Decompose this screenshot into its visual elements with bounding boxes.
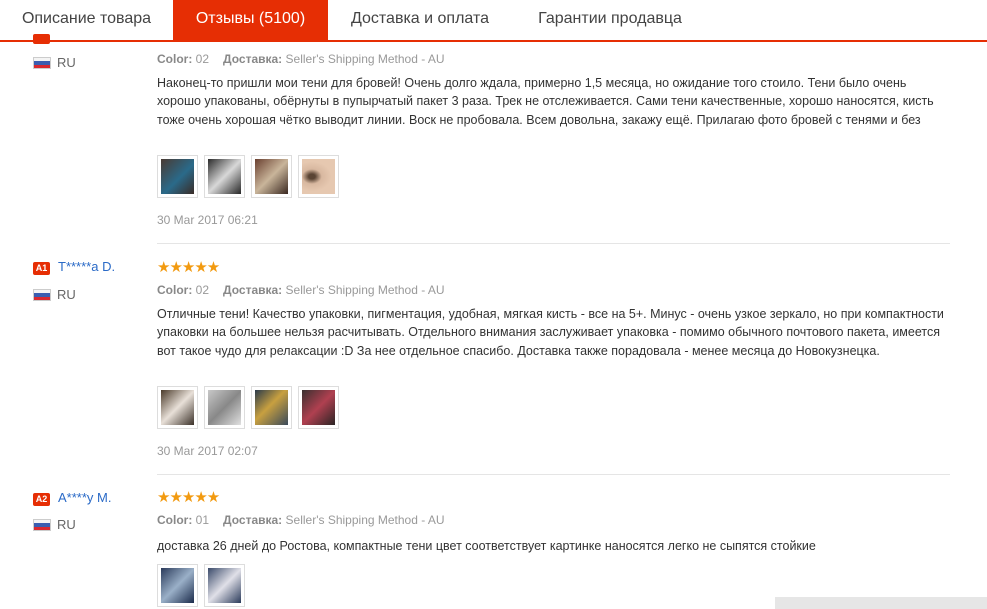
flag-ru-icon [33, 519, 51, 531]
review-photo[interactable] [204, 155, 245, 198]
review-meta: Color: 02 Доставка: Seller's Shipping Met… [157, 52, 445, 66]
review-photo[interactable] [251, 386, 292, 429]
reviewer-name[interactable]: T*****a D. [58, 259, 115, 274]
tab-bar: Описание товара Отзывы (5100) Доставка и… [0, 0, 987, 42]
level-badge: A1 [33, 262, 50, 275]
review-photo[interactable] [298, 155, 339, 198]
review-date: 30 Mar 2017 06:21 [157, 213, 258, 227]
country-code: RU [57, 517, 76, 532]
scrollbar-corner [775, 597, 987, 609]
shipping-value: Seller's Shipping Method - AU [285, 283, 445, 297]
shipping-value: Seller's Shipping Method - AU [285, 52, 445, 66]
color-value: 02 [195, 52, 210, 66]
photo-list [157, 564, 245, 607]
photo-list [157, 155, 339, 198]
review-photo[interactable] [251, 155, 292, 198]
reviewer-name[interactable]: A****y M. [58, 490, 111, 505]
country-code: RU [57, 55, 76, 70]
rating-stars: ★★★★★ [157, 489, 220, 506]
review-meta: Color: 02 Доставка: Seller's Shipping Met… [157, 283, 445, 297]
rating-stars: ★★★★★ [157, 259, 220, 276]
shipping-value: Seller's Shipping Method - AU [285, 513, 445, 527]
country-code: RU [57, 287, 76, 302]
tab-reviews[interactable]: Отзывы (5100) [173, 0, 328, 40]
review-meta: Color: 01 Доставка: Seller's Shipping Met… [157, 513, 445, 527]
review-photo[interactable] [157, 155, 198, 198]
review-text: Наконец-то пришли мои тени для бровей! О… [157, 76, 934, 127]
review-photo[interactable] [298, 386, 339, 429]
photo-list [157, 386, 339, 429]
level-badge [33, 34, 50, 44]
review-date: 30 Mar 2017 02:07 [157, 444, 258, 458]
divider [157, 243, 950, 244]
flag-ru-icon [33, 289, 51, 301]
tab-shipping[interactable]: Доставка и оплата [328, 0, 512, 40]
review-photo[interactable] [157, 564, 198, 607]
color-value: 02 [195, 283, 210, 297]
tab-guarantees[interactable]: Гарантии продавца [512, 0, 708, 40]
review-photo[interactable] [157, 386, 198, 429]
review-photo[interactable] [204, 564, 245, 607]
tab-description[interactable]: Описание товара [0, 0, 173, 40]
color-value: 01 [195, 513, 210, 527]
review-photo[interactable] [204, 386, 245, 429]
flag-ru-icon [33, 57, 51, 69]
level-badge: A2 [33, 493, 50, 506]
review-text: Отличные тени! Качество упаковки, пигмен… [157, 307, 944, 358]
review-text: доставка 26 дней до Ростова, компактные … [157, 539, 816, 553]
divider [157, 474, 950, 475]
